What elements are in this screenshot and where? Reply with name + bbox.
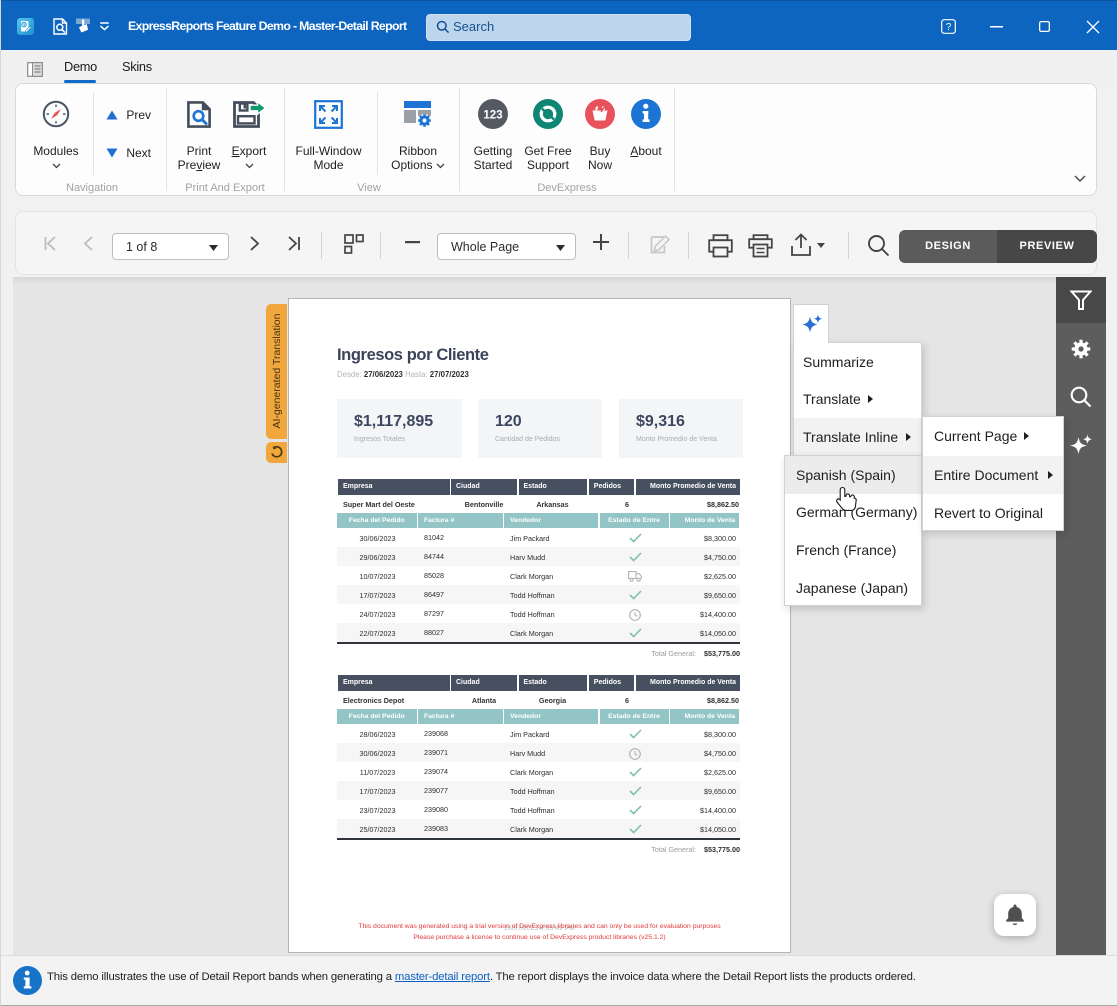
svg-text:?: ? [946, 22, 952, 33]
svg-text:123: 123 [483, 110, 502, 122]
